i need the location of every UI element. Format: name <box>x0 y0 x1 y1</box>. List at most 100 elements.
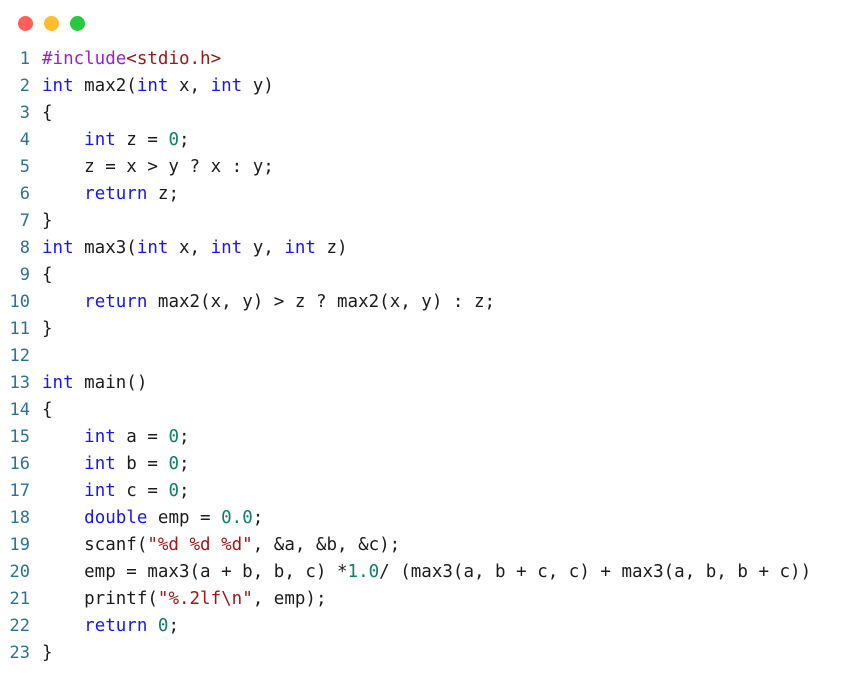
code-line-text[interactable]: int max3(int x, int y, int z) <box>30 235 348 262</box>
line-number: 8 <box>19 238 30 258</box>
line-number: 2 <box>19 76 30 96</box>
code-token-plain: x, <box>168 238 211 258</box>
code-line[interactable]: 4 int z = 0; <box>0 127 848 154</box>
line-number: 20 <box>9 562 30 582</box>
code-line[interactable]: 3{ <box>0 100 848 127</box>
line-number: 18 <box>9 508 30 528</box>
line-number: 17 <box>9 481 30 501</box>
code-line-text[interactable]: int max2(int x, int y) <box>30 73 274 100</box>
code-line-text[interactable]: int z = 0; <box>30 127 190 154</box>
close-button-icon[interactable] <box>18 15 33 31</box>
code-editor-area[interactable]: 1 #include<stdio.h> 2 int max2( int x, int y… <box>0 46 848 685</box>
code-token-kw: int <box>84 481 116 501</box>
code-token-num: 0 <box>168 427 179 447</box>
code-line-text[interactable]: printf("%.2lf\n", emp); <box>30 586 327 613</box>
code-token-plain: z; <box>147 184 179 204</box>
code-token-plain: ; <box>179 130 190 150</box>
code-line-text[interactable]: { <box>30 262 53 289</box>
code-line[interactable]: 1 #include<stdio.h> <box>0 46 848 73</box>
code-line-text[interactable]: double emp = 0.0; <box>30 505 263 532</box>
code-line-text[interactable]: return z; <box>30 181 179 208</box>
code-line-text[interactable]: z = x > y ? x : y; <box>30 154 274 181</box>
code-token-plain: ; <box>179 454 190 474</box>
code-token-plain: emp = <box>147 508 222 528</box>
code-line[interactable]: 7} <box>0 208 848 235</box>
code-token-plain: { <box>42 265 53 285</box>
code-line[interactable]: 19 scanf("%d %d %d", &a, &b, &c); <box>0 532 848 559</box>
code-token-plain: , &a, &b, &c); <box>252 535 401 555</box>
code-token-plain: emp = max3(a + b, b, c) * <box>42 562 348 582</box>
code-token-plain: { <box>42 400 53 420</box>
code-line[interactable]: 14 { <box>0 397 848 424</box>
code-line-text[interactable]: int c = 0; <box>30 478 189 505</box>
code-line-text[interactable]: int main() <box>30 370 147 397</box>
code-line-text[interactable]: int b = 0; <box>30 451 190 478</box>
code-line[interactable]: 8 int max3(int x, int y, int z) <box>0 235 848 262</box>
code-line[interactable]: 13 int main() <box>0 370 848 397</box>
code-token-kw: return <box>84 616 148 636</box>
code-line[interactable]: 9{ <box>0 262 848 289</box>
code-line[interactable]: 16 int b = 0; <box>0 451 848 478</box>
code-line[interactable]: 5 z = x > y ? x : y; <box>0 154 848 181</box>
code-line[interactable]: 15 int a = 0; <box>0 424 848 451</box>
maximize-button-icon[interactable] <box>70 15 85 31</box>
code-line-text[interactable]: scanf("%d %d %d", &a, &b, &c); <box>30 532 400 559</box>
code-token-str: "%d %d %d" <box>147 535 253 555</box>
code-line-text[interactable]: return max2(x, y) > z ? max2(x, y) : z; <box>30 289 495 316</box>
code-line[interactable]: 21 printf("%.2lf\n", emp); <box>0 586 848 613</box>
code-line-text[interactable]: int a = 0; <box>30 424 190 451</box>
code-token-plain: max2(x, y) > z ? max2(x, y) : z; <box>147 292 496 312</box>
code-line-text[interactable]: } <box>30 316 53 343</box>
line-number: 16 <box>9 454 30 474</box>
code-token-plain: z = x > y ? x : y; <box>42 157 274 177</box>
code-line-text[interactable]: #include<stdio.h> <box>30 46 221 73</box>
code-token-kw: int <box>284 238 316 258</box>
code-line[interactable]: 18 double emp = 0.0; <box>0 505 848 532</box>
code-line-text[interactable]: emp = max3(a + b, b, c) *1.0/ (max3(a, b… <box>30 559 811 586</box>
code-line-text[interactable]: ​ <box>30 343 42 370</box>
code-line[interactable]: 23} <box>0 640 848 667</box>
code-line-text[interactable]: return 0; <box>30 613 179 640</box>
code-line-text[interactable]: { <box>30 397 53 424</box>
code-token-plain: b = <box>115 454 169 474</box>
line-number: 13 <box>9 373 30 393</box>
code-token-kw: return <box>84 184 148 204</box>
code-token-num: 0 <box>168 481 179 501</box>
code-line-text[interactable]: } <box>30 640 53 667</box>
minimize-button-icon[interactable] <box>44 15 59 31</box>
code-line[interactable]: 10 return max2(x, y) > z ? max2(x, y) : … <box>0 289 848 316</box>
code-line[interactable]: 22 return 0; <box>0 613 848 640</box>
code-token-str: <stdio.h> <box>126 49 222 69</box>
code-token-plain: , emp); <box>252 589 327 609</box>
code-line-text[interactable]: } <box>30 208 53 235</box>
code-line[interactable]: 17 int c = 0; <box>0 478 848 505</box>
code-token-plain: c = <box>115 481 169 501</box>
line-number: 5 <box>19 157 30 177</box>
code-line[interactable]: 12​ <box>0 343 848 370</box>
code-token-plain: main() <box>73 373 148 393</box>
code-token-str: "%.2lf\n" <box>157 589 253 609</box>
line-number: 22 <box>9 616 30 636</box>
code-token-plain: y, <box>242 238 285 258</box>
code-token-plain: a = <box>115 427 169 447</box>
code-line[interactable]: 6 return z; <box>0 181 848 208</box>
code-token-plain: max2( <box>73 76 137 96</box>
code-token-kw: int <box>42 238 74 258</box>
code-token-plain: } <box>42 643 53 663</box>
code-line[interactable]: 2 int max2(int x, int y) <box>0 73 848 100</box>
code-token-plain: ; <box>179 427 190 447</box>
code-token-num: 0.0 <box>221 508 253 528</box>
code-token-kw: int <box>84 130 116 150</box>
code-line-text[interactable]: { <box>30 100 53 127</box>
code-token-kw: int <box>42 373 74 393</box>
code-line[interactable]: 11} <box>0 316 848 343</box>
code-token-plain: / (max3(a, b + c, c) + max3(a, b, b + c)… <box>379 562 812 582</box>
code-line[interactable]: 20 emp = max3(a + b, b, c) *1.0/ (max3(a… <box>0 559 848 586</box>
code-token-kw: int <box>210 76 243 96</box>
